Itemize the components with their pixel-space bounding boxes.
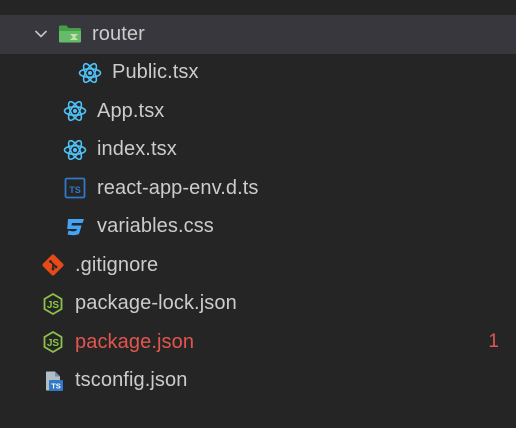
file-label: .gitignore (75, 253, 159, 276)
file-label: App.tsx (97, 99, 165, 122)
file-package-json[interactable]: JS package.json 1 (0, 323, 516, 362)
chevron-down-icon[interactable] (32, 25, 50, 43)
file-label: variables.css (97, 215, 214, 238)
react-icon (78, 61, 102, 85)
file-index-tsx[interactable]: index.tsx (0, 131, 516, 170)
folder-router[interactable]: router (0, 15, 516, 54)
file-label: Public.tsx (112, 61, 199, 84)
svg-text:TS: TS (69, 185, 81, 195)
file-app-tsx[interactable]: App.tsx (0, 92, 516, 131)
file-label: package-lock.json (75, 292, 237, 315)
tsconfig-icon: TS (41, 369, 65, 393)
css-icon (63, 215, 87, 239)
react-icon (63, 138, 87, 162)
file-variables-css[interactable]: variables.css (0, 208, 516, 247)
problem-count-badge: 1 (488, 331, 499, 353)
file-package-lock-json[interactable]: JS package-lock.json (0, 285, 516, 324)
file-react-app-env-d-ts[interactable]: TS react-app-env.d.ts (0, 169, 516, 208)
svg-text:TS: TS (51, 381, 61, 390)
file-label: package.json (75, 330, 195, 353)
file-label: index.tsx (97, 138, 177, 161)
file-explorer: router Public.tsx App.tsx index.tsx TS r… (0, 0, 516, 428)
svg-text:JS: JS (47, 338, 60, 349)
file-gitignore[interactable]: .gitignore (0, 246, 516, 285)
node-icon: JS (41, 330, 65, 354)
git-icon (41, 253, 65, 277)
folder-router-icon (58, 22, 82, 46)
file-tsconfig-json[interactable]: TS tsconfig.json (0, 362, 516, 401)
file-label: react-app-env.d.ts (97, 176, 259, 199)
typescript-icon: TS (63, 176, 87, 200)
node-icon: JS (41, 292, 65, 316)
folder-label: router (92, 22, 145, 45)
file-label: tsconfig.json (75, 369, 188, 392)
file-public-tsx[interactable]: Public.tsx (0, 54, 516, 93)
react-icon (63, 99, 87, 123)
svg-text:JS: JS (47, 300, 60, 311)
